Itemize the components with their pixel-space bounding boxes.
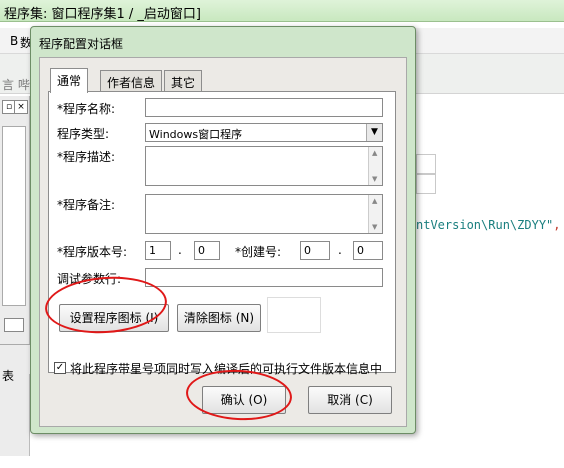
tab-label: 通常 bbox=[57, 74, 82, 88]
tab-general[interactable]: 通常 bbox=[50, 68, 89, 93]
build-major-input[interactable]: 0 bbox=[300, 241, 330, 260]
debug-args-input[interactable] bbox=[145, 268, 383, 287]
tab-panel-general: *程序名称: 程序类型: Windows窗口程序 ▼ *程序描述: ▲ ▼ *程… bbox=[48, 91, 396, 373]
ide-title-bar: 程序集: 窗口程序集1 / _启动窗口] bbox=[0, 0, 564, 22]
program-type-select[interactable]: Windows窗口程序 ▼ bbox=[145, 123, 383, 142]
build-dot: . bbox=[338, 243, 342, 257]
code-editor[interactable] bbox=[416, 96, 564, 436]
panel-dropdown[interactable] bbox=[4, 318, 24, 332]
code-line: ntVersion\Run\ZDYY", 取运 bbox=[416, 216, 564, 233]
scroll-up-icon[interactable]: ▲ bbox=[372, 149, 377, 157]
program-desc-textarea[interactable]: ▲ ▼ bbox=[145, 146, 383, 186]
tab-other[interactable]: 其它 bbox=[164, 70, 203, 92]
version-major-input[interactable]: 1 bbox=[145, 241, 171, 260]
desc-scrollbar[interactable]: ▲ ▼ bbox=[368, 147, 382, 185]
grid-cell bbox=[416, 154, 436, 174]
ide-bottom-tab[interactable]: 表 bbox=[0, 344, 30, 383]
dialog-client-area: 通常 作者信息 其它 *程序名称: 程序类型: Windows窗口程序 ▼ *程… bbox=[39, 57, 407, 427]
tab-label: 作者信息 bbox=[107, 76, 156, 90]
program-type-label: 程序类型: bbox=[57, 127, 110, 141]
program-note-label: *程序备注: bbox=[57, 198, 116, 212]
scroll-up-icon[interactable]: ▲ bbox=[372, 197, 377, 205]
icon-preview bbox=[267, 297, 321, 333]
debug-args-label: 调试参数行: bbox=[57, 272, 122, 286]
scroll-down-icon[interactable]: ▼ bbox=[372, 175, 377, 183]
ide-left-panel: ▫ × bbox=[0, 96, 30, 456]
version-label: *程序版本号: bbox=[57, 245, 128, 259]
note-scrollbar[interactable]: ▲ ▼ bbox=[368, 195, 382, 233]
ok-button[interactable]: 确认 (O) bbox=[202, 386, 286, 414]
bottom-tab-label: 表 bbox=[2, 369, 15, 383]
code-text: ntVersion\Run\ZDYY" bbox=[416, 218, 554, 232]
program-note-textarea[interactable]: ▲ ▼ bbox=[145, 194, 383, 234]
build-label: *创建号: bbox=[235, 245, 282, 259]
cancel-button[interactable]: 取消 (C) bbox=[308, 386, 392, 414]
set-program-icon-button[interactable]: 设置程序图标 (I) bbox=[59, 304, 169, 332]
write-version-info-checkbox[interactable]: ✓ bbox=[54, 362, 66, 374]
program-type-value: Windows窗口程序 bbox=[149, 128, 243, 141]
program-name-label: *程序名称: bbox=[57, 102, 116, 116]
clear-icon-button[interactable]: 清除图标 (N) bbox=[177, 304, 261, 332]
ide-title-text: 程序集: 窗口程序集1 / _启动窗口] bbox=[4, 7, 201, 22]
program-config-dialog: 程序配置对话框 通常 作者信息 其它 *程序名称: 程序类型: Windows窗… bbox=[30, 26, 416, 434]
version-dot: . bbox=[178, 243, 182, 257]
build-minor-input[interactable]: 0 bbox=[353, 241, 383, 260]
scroll-down-icon[interactable]: ▼ bbox=[372, 223, 377, 231]
write-version-info-label: 将此程序带星号项同时写入编译后的可执行文件版本信息中 bbox=[70, 362, 383, 376]
tab-label: 其它 bbox=[171, 76, 196, 90]
code-text-tail: , 取运 bbox=[553, 218, 564, 232]
toolbar-text: 言 哔 bbox=[2, 78, 30, 92]
program-desc-label: *程序描述: bbox=[57, 150, 116, 164]
tab-author-info[interactable]: 作者信息 bbox=[100, 70, 163, 92]
project-tree[interactable] bbox=[2, 126, 26, 306]
version-minor-input[interactable]: 0 bbox=[194, 241, 220, 260]
program-name-input[interactable] bbox=[145, 98, 383, 117]
panel-close-icon[interactable]: × bbox=[14, 100, 28, 114]
chevron-down-icon[interactable]: ▼ bbox=[366, 124, 382, 141]
menu-item-b[interactable]: B bbox=[10, 34, 18, 48]
grid-cell bbox=[416, 174, 436, 194]
dialog-title: 程序配置对话框 bbox=[39, 37, 124, 51]
